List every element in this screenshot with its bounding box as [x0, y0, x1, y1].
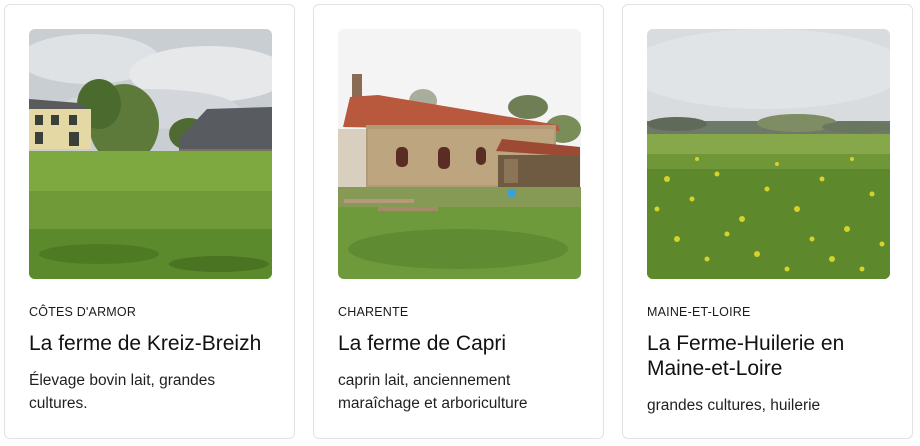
- card-title[interactable]: La ferme de Kreiz-Breizh: [29, 331, 279, 356]
- card-region: CÔTES D'ARMOR: [29, 305, 137, 319]
- card-description: Élevage bovin lait, grandes cultures.: [29, 372, 216, 412]
- farm-photo[interactable]: [338, 29, 581, 279]
- farm-photo[interactable]: [29, 29, 272, 279]
- farm-photo[interactable]: [647, 29, 890, 279]
- card-title[interactable]: La ferme de Capri: [338, 331, 588, 356]
- card-title[interactable]: La Ferme-Huilerie en Maine-et-Loire: [647, 331, 897, 381]
- farm-photo-image: [647, 29, 890, 279]
- card-description: grandes cultures, huilerie: [647, 397, 821, 414]
- farm-card-huilerie[interactable]: MAINE-ET-LOIRE La Ferme-Huilerie en Main…: [622, 4, 913, 439]
- farm-card-kreiz-breizh[interactable]: CÔTES D'ARMOR La ferme de Kreiz-Breizh É…: [4, 4, 295, 439]
- farm-photo-image: [29, 29, 272, 279]
- farm-photo-image: [338, 29, 581, 279]
- card-region: MAINE-ET-LOIRE: [647, 305, 751, 319]
- card-region: CHARENTE: [338, 305, 409, 319]
- farm-card-capri[interactable]: CHARENTE La ferme de Capri caprin lait, …: [313, 4, 604, 439]
- card-description: caprin lait, anciennement maraîchage et …: [338, 372, 528, 412]
